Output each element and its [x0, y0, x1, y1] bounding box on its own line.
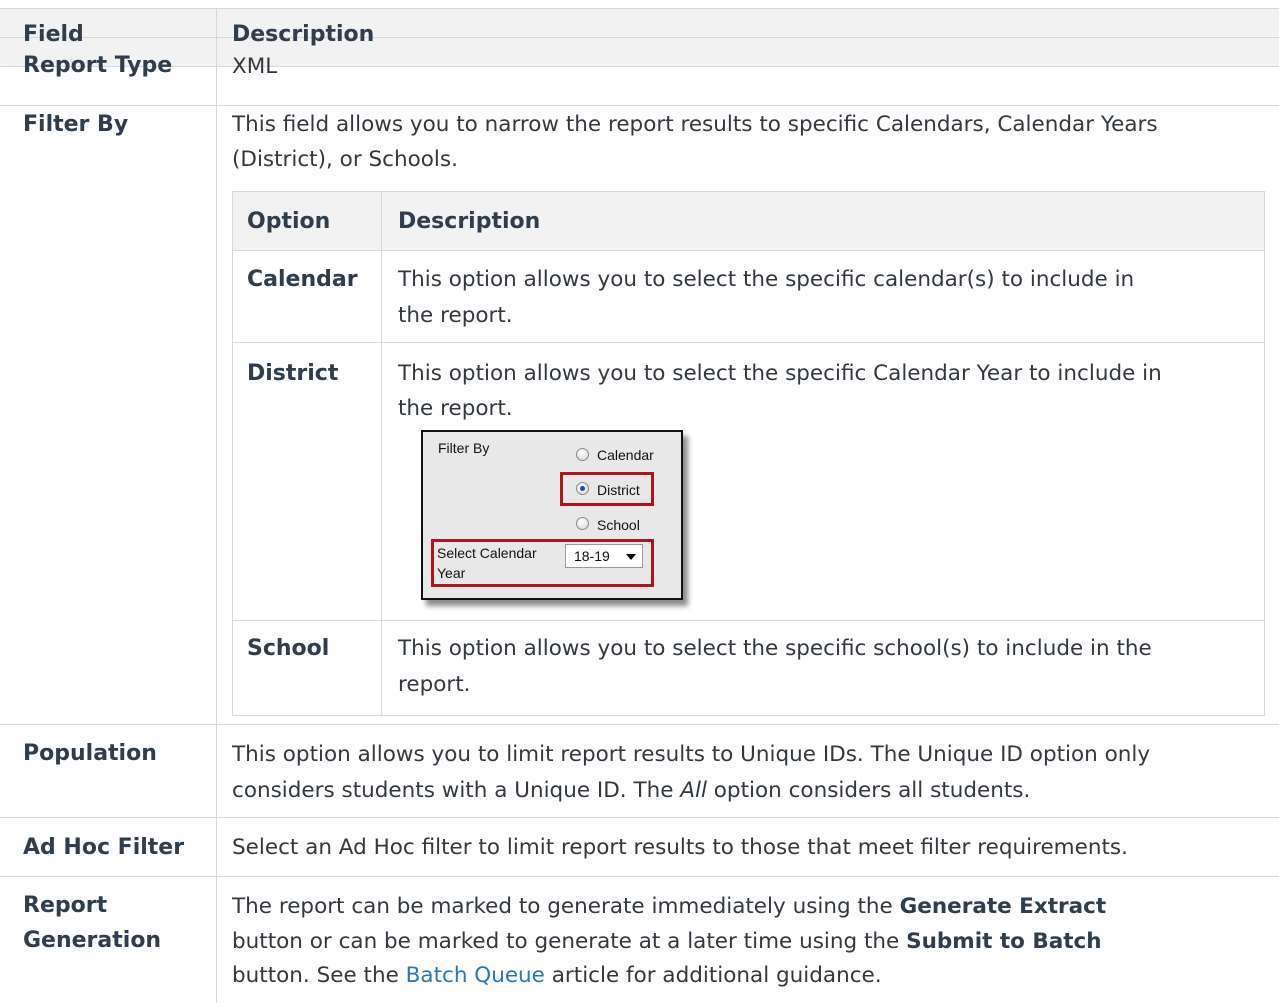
divider — [232, 191, 1264, 192]
report-generation-description: button or can be marked to generate at a… — [232, 925, 1102, 959]
divider — [232, 191, 233, 716]
population-italic-all: All — [680, 778, 707, 803]
report-type-value: XML — [232, 54, 278, 79]
select-calendar-label: Year — [437, 565, 466, 581]
option-calendar: Calendar — [247, 267, 358, 292]
radio-school-icon — [576, 517, 589, 530]
radio-calendar-label: Calendar — [597, 447, 654, 463]
screenshot-filter-label: Filter By — [438, 440, 490, 456]
field-ad-hoc-filter: Ad Hoc Filter — [23, 835, 185, 860]
batch-queue-link[interactable]: Batch Queue — [406, 963, 545, 988]
option-district-description: the report. — [398, 396, 513, 421]
radio-district-label: District — [597, 482, 640, 498]
option-school: School — [247, 636, 330, 661]
column-divider — [216, 8, 217, 1003]
report-generation-text: article for additional guidance. — [544, 963, 882, 988]
divider — [0, 37, 1279, 38]
divider — [1264, 191, 1265, 716]
field-report-generation: Generation — [23, 928, 162, 953]
chevron-down-icon — [626, 554, 636, 560]
option-school-description: This option allows you to select the spe… — [398, 636, 1152, 661]
report-generation-text: The report can be marked to generate imm… — [232, 894, 900, 919]
options-header-option: Option — [247, 209, 331, 234]
filter-by-description: This field allows you to narrow the repo… — [232, 112, 1158, 137]
option-district: District — [247, 361, 339, 386]
submit-to-batch-term: Submit to Batch — [906, 929, 1102, 954]
report-generation-description: button. See the Batch Queue article for … — [232, 959, 882, 993]
divider — [0, 66, 1279, 67]
calendar-year-select: 18-19 — [565, 544, 643, 568]
option-school-description: report. — [398, 672, 471, 697]
field-population: Population — [23, 741, 157, 766]
calendar-year-value: 18-19 — [574, 548, 610, 564]
filter-by-description: (District), or Schools. — [232, 147, 458, 172]
row-divider — [0, 876, 1279, 877]
population-text: option considers all students. — [706, 778, 1031, 803]
option-calendar-description: the report. — [398, 303, 513, 328]
options-header-description: Description — [398, 209, 541, 234]
population-text: considers students with a Unique ID. The — [232, 778, 681, 803]
column-header-field: Field — [23, 22, 84, 47]
radio-district-icon — [576, 482, 589, 495]
field-report-type: Report Type — [23, 53, 173, 78]
filter-by-screenshot: Filter By Calendar District School Selec… — [421, 430, 683, 600]
report-generation-text: button. See the — [232, 963, 406, 988]
radio-calendar-icon — [576, 448, 589, 461]
population-description: This option allows you to limit report r… — [232, 742, 1151, 767]
divider — [381, 191, 382, 716]
generate-extract-term: Generate Extract — [899, 894, 1107, 919]
divider — [0, 8, 1279, 9]
report-generation-text: button or can be marked to generate at a… — [232, 929, 907, 954]
ad-hoc-description: Select an Ad Hoc filter to limit report … — [232, 835, 1128, 860]
report-generation-description: The report can be marked to generate imm… — [232, 890, 1106, 924]
population-description: considers students with a Unique ID. The… — [232, 774, 1030, 808]
divider — [232, 715, 1264, 716]
row-divider — [0, 724, 1279, 725]
column-header-description: Description — [232, 22, 375, 47]
radio-school-label: School — [597, 517, 640, 533]
row-divider — [0, 817, 1279, 818]
option-calendar-description: This option allows you to select the spe… — [398, 267, 1135, 292]
option-district-description: This option allows you to select the spe… — [398, 361, 1162, 386]
field-report-generation: Report — [23, 893, 108, 918]
field-filter-by: Filter By — [23, 112, 129, 137]
divider — [232, 250, 1264, 251]
options-table-header — [232, 191, 1264, 250]
divider — [232, 342, 1264, 343]
divider — [232, 620, 1264, 621]
row-divider — [0, 105, 1279, 106]
select-calendar-label: Select Calendar — [437, 545, 537, 561]
